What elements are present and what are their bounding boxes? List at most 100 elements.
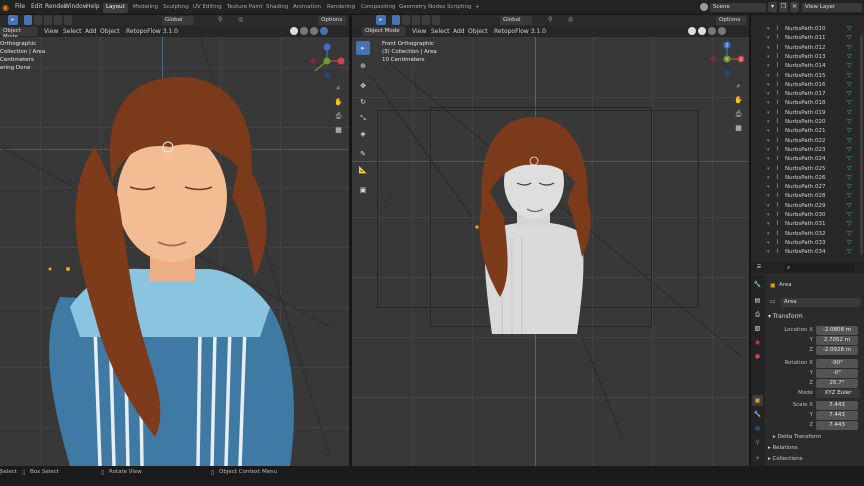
- curve-data-icon[interactable]: ▽: [847, 25, 852, 32]
- right-mode-selector[interactable]: Object Mode: [362, 27, 406, 36]
- right-transform-orientation[interactable]: Global: [500, 16, 532, 25]
- outliner-item[interactable]: ▾ ⌇ NurbsPath.022 ▽: [751, 137, 864, 146]
- tab-compositing[interactable]: Compositing: [358, 3, 398, 13]
- mode-extend-icon[interactable]: [34, 15, 42, 25]
- left-transform-orientation[interactable]: Global: [162, 16, 194, 25]
- curve-data-icon[interactable]: ▽: [847, 155, 852, 162]
- left-navigation-gizmo[interactable]: [309, 43, 345, 79]
- scale-x-field[interactable]: 7.443: [816, 401, 858, 410]
- outliner-item[interactable]: ▾ ⌇ NurbsPath.026 ▽: [751, 174, 864, 183]
- move-tool-icon[interactable]: ✥: [356, 79, 370, 93]
- outliner-item[interactable]: ▾ ⌇ NurbsPath.021 ▽: [751, 127, 864, 136]
- expand-arrow-icon[interactable]: ▾: [767, 249, 770, 255]
- expand-arrow-icon[interactable]: ▾: [767, 203, 770, 209]
- left-zoom-icon[interactable]: ⌕: [333, 83, 344, 94]
- left-mode-selector[interactable]: Object Mode: [0, 27, 38, 40]
- curve-data-icon[interactable]: ▽: [847, 174, 852, 181]
- properties-search-field[interactable]: ⌕: [784, 264, 854, 272]
- outliner-item[interactable]: ▾ ⌇ NurbsPath.015 ▽: [751, 72, 864, 81]
- right-menu-select[interactable]: Select: [431, 28, 450, 35]
- tab-geometry-nodes[interactable]: Geometry Nodes: [396, 3, 448, 13]
- outliner-item[interactable]: ▾ ⌇ NurbsPath.031 ▽: [751, 220, 864, 229]
- outliner-item[interactable]: ▾ ⌇ NurbsPath.029 ▽: [751, 202, 864, 211]
- tool-tab-icon[interactable]: 🔧: [752, 279, 763, 290]
- mode-subtract-icon[interactable]: [44, 15, 52, 25]
- scene-selector[interactable]: Scene: [710, 3, 766, 12]
- view-layer-tab-icon[interactable]: ▧: [752, 323, 763, 334]
- menu-help[interactable]: Help: [86, 3, 100, 10]
- right-menu-add[interactable]: Add: [453, 28, 465, 35]
- properties-editor-type-icon[interactable]: ☰: [754, 263, 764, 272]
- add-workspace-button[interactable]: +: [472, 3, 483, 13]
- menu-file[interactable]: File: [15, 3, 25, 10]
- transform-tool-icon[interactable]: ◈: [356, 127, 370, 141]
- tab-sculpting[interactable]: Sculpting: [160, 3, 192, 13]
- curve-data-icon[interactable]: ▽: [847, 146, 852, 153]
- expand-arrow-icon[interactable]: ▾: [767, 82, 770, 88]
- view-layer-selector[interactable]: View Layer: [802, 3, 862, 12]
- outliner-item[interactable]: ▾ ⌇ NurbsPath.012 ▽: [751, 44, 864, 53]
- left-menu-retopoflow[interactable]: RetopoFlow 3.1.0: [126, 28, 178, 35]
- curve-data-icon[interactable]: ▽: [847, 34, 852, 41]
- expand-arrow-icon[interactable]: ▾: [767, 231, 770, 237]
- delete-scene-icon[interactable]: ✕: [790, 2, 799, 12]
- outliner-item[interactable]: ▾ ⌇ NurbsPath.014 ▽: [751, 62, 864, 71]
- add-cube-tool-icon[interactable]: ▣: [356, 183, 370, 197]
- output-tab-icon[interactable]: ⎙: [752, 309, 763, 320]
- constraints-tab-icon[interactable]: ⚲: [752, 437, 763, 448]
- object-name-field[interactable]: Area: [781, 298, 861, 307]
- expand-arrow-icon[interactable]: ▾: [767, 128, 770, 134]
- scale-tool-icon[interactable]: ⤡: [356, 111, 370, 125]
- expand-arrow-icon[interactable]: ▾: [767, 35, 770, 41]
- curve-data-icon[interactable]: ▽: [847, 239, 852, 246]
- object-tab-icon[interactable]: ▣: [752, 395, 763, 406]
- render-tab-icon[interactable]: ▤: [752, 295, 763, 306]
- rotation-y-field[interactable]: -0°: [816, 369, 858, 378]
- expand-arrow-icon[interactable]: ▾: [767, 212, 770, 218]
- expand-arrow-icon[interactable]: ▾: [767, 73, 770, 79]
- curve-data-icon[interactable]: ▽: [847, 109, 852, 116]
- expand-arrow-icon[interactable]: ▾: [767, 166, 770, 172]
- scene-browse-icon[interactable]: ▾: [768, 2, 777, 12]
- outliner-item[interactable]: ▾ ⌇ NurbsPath.028 ▽: [751, 192, 864, 201]
- outliner-item[interactable]: ▾ ⌇ NurbsPath.013 ▽: [751, 53, 864, 62]
- curve-data-icon[interactable]: ▽: [847, 248, 852, 255]
- curve-data-icon[interactable]: ▽: [847, 192, 852, 199]
- right-menu-retopoflow[interactable]: RetopoFlow 3.1.0: [494, 28, 546, 35]
- mode-intersect-icon[interactable]: [64, 15, 72, 25]
- tab-modeling[interactable]: Modeling: [130, 3, 161, 13]
- outliner-item[interactable]: ▾ ⌇ NurbsPath.016 ▽: [751, 81, 864, 90]
- right-mode-intersect-icon[interactable]: [432, 15, 440, 25]
- outliner[interactable]: ▾ ⌇ NurbsPath.010 ▽ ▾ ⌇ NurbsPath.011 ▽ ▾ ⌇ NurbsP…: [751, 15, 864, 262]
- outliner-item[interactable]: ▾ ⌇ NurbsPath.019 ▽: [751, 109, 864, 118]
- left-3d-viewport-area[interactable]: Orthographic Collection | Area Centimete…: [0, 37, 349, 466]
- left-viewport[interactable]: ▸ Global ⚲ ◎ Options Object Mode View Se…: [0, 15, 349, 466]
- left-camera-icon[interactable]: ⎙: [333, 111, 344, 122]
- menu-window[interactable]: Window: [64, 3, 88, 10]
- scale-z-field[interactable]: 7.443: [816, 421, 858, 430]
- tab-animation[interactable]: Animation: [290, 3, 324, 13]
- tab-shading[interactable]: Shading: [263, 3, 291, 13]
- curve-data-icon[interactable]: ▽: [847, 81, 852, 88]
- expand-arrow-icon[interactable]: ▾: [767, 45, 770, 51]
- location-z-field[interactable]: -2.0928 m: [816, 346, 858, 355]
- tab-layout[interactable]: Layout: [103, 3, 128, 13]
- right-mode-new-icon[interactable]: [392, 15, 400, 25]
- outliner-item[interactable]: ▾ ⌇ NurbsPath.034 ▽: [751, 248, 864, 257]
- right-pan-icon[interactable]: ✋: [733, 95, 744, 106]
- expand-arrow-icon[interactable]: ▾: [767, 138, 770, 144]
- mode-invert-icon[interactable]: [54, 15, 62, 25]
- outliner-scrollbar[interactable]: [860, 35, 863, 255]
- left-menu-add[interactable]: Add: [85, 28, 97, 35]
- outliner-item[interactable]: ▾ ⌇ NurbsPath.030 ▽: [751, 211, 864, 220]
- measure-tool-icon[interactable]: 📐: [356, 163, 370, 177]
- expand-arrow-icon[interactable]: ▾: [767, 110, 770, 116]
- curve-data-icon[interactable]: ▽: [847, 62, 852, 69]
- left-shading-icons[interactable]: [290, 27, 346, 36]
- select-tool-icon[interactable]: ▸: [8, 15, 18, 25]
- relations-header[interactable]: ▸ Relations: [768, 445, 798, 451]
- right-select-tool-icon[interactable]: ▸: [376, 15, 386, 25]
- curve-data-icon[interactable]: ▽: [847, 202, 852, 209]
- curve-data-icon[interactable]: ▽: [847, 118, 852, 125]
- outliner-item[interactable]: ▾ ⌇ NurbsPath.033 ▽: [751, 239, 864, 248]
